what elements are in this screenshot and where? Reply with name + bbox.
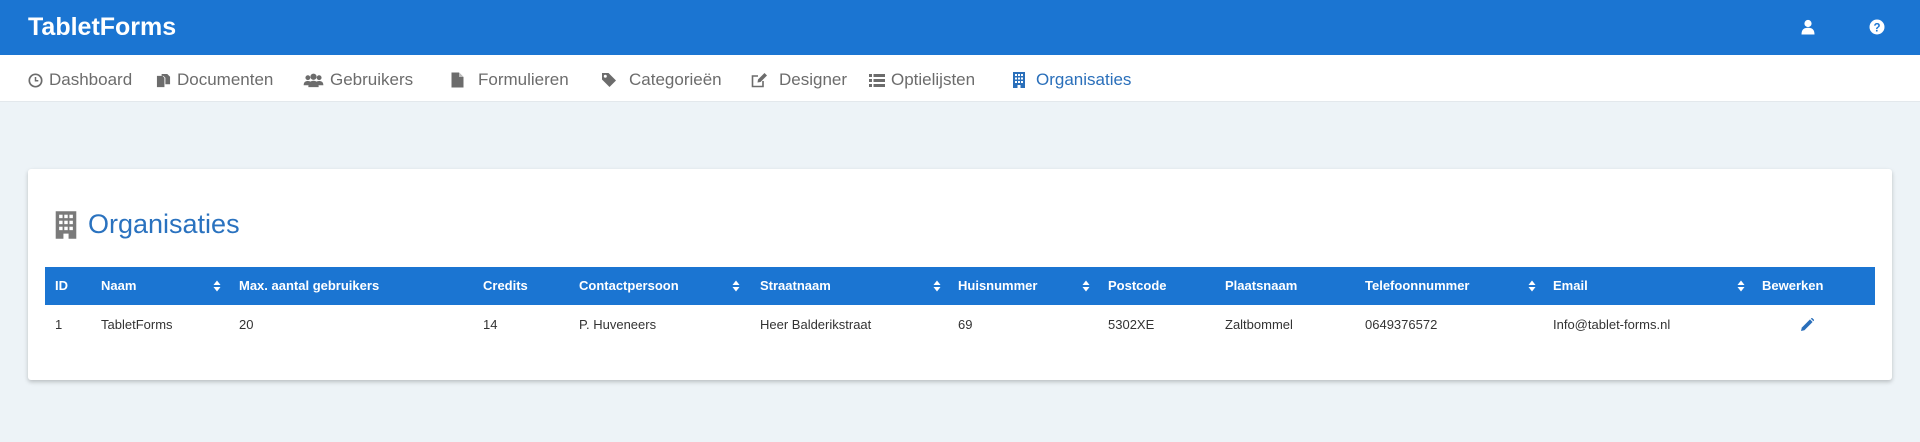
cell-postcode: 5302XE xyxy=(1108,317,1155,332)
main-nav: Dashboard Documenten Gebruikers Formulie… xyxy=(0,55,1920,102)
file-icon xyxy=(451,72,464,88)
sort-icon[interactable] xyxy=(732,280,740,292)
column-header-id[interactable]: ID xyxy=(55,267,68,305)
clock-icon xyxy=(28,72,43,88)
column-header-huisnummer[interactable]: Huisnummer xyxy=(958,267,1037,305)
table-row[interactable]: 1 TabletForms 20 14 P. Huveneers Heer Ba… xyxy=(45,305,1875,345)
nav-item-label: Categorieën xyxy=(629,70,722,89)
column-header-email[interactable]: Email xyxy=(1553,267,1588,305)
column-header-credits[interactable]: Credits xyxy=(483,267,528,305)
cell-credits: 14 xyxy=(483,317,498,332)
nav-item-formulieren[interactable]: Formulieren xyxy=(451,69,569,91)
sort-icon[interactable] xyxy=(1737,280,1745,292)
nav-item-optielijsten[interactable]: Optielijsten xyxy=(869,69,975,91)
cell-id: 1 xyxy=(55,317,63,332)
column-header-naam[interactable]: Naam xyxy=(101,267,136,305)
nav-item-dashboard[interactable]: Dashboard xyxy=(28,69,132,91)
column-header-bewerken: Bewerken xyxy=(1762,278,1824,293)
nav-item-documenten[interactable]: Documenten xyxy=(156,69,273,91)
column-header-postcode[interactable]: Postcode xyxy=(1108,267,1167,305)
nav-item-organisaties[interactable]: Organisaties xyxy=(1012,69,1131,91)
cell-naam: TabletForms xyxy=(101,317,173,332)
cell-huisnummer: 69 xyxy=(958,317,973,332)
nav-item-gebruikers[interactable]: Gebruikers xyxy=(303,69,413,91)
list-icon xyxy=(869,73,885,87)
sort-icon[interactable] xyxy=(933,280,941,292)
nav-item-label: Optielijsten xyxy=(891,70,976,89)
nav-item-label: Gebruikers xyxy=(330,70,414,89)
app-title[interactable]: TabletForms xyxy=(28,13,176,42)
column-header-straatnaam[interactable]: Straatnaam xyxy=(760,267,831,305)
top-bar: TabletForms ? xyxy=(0,0,1920,55)
help-icon[interactable]: ? xyxy=(1866,16,1888,38)
cell-contactpersoon: P. Huveneers xyxy=(579,317,657,332)
nav-item-categorieen[interactable]: Categorieën xyxy=(601,69,722,91)
column-header-max-gebruikers[interactable]: Max. aantal gebruikers xyxy=(239,267,379,305)
nav-item-label: Formulieren xyxy=(478,70,569,89)
table-header: ID Naam Max. aantal gebruikers Credits C… xyxy=(45,267,1875,305)
nav-item-label: Organisaties xyxy=(1036,70,1132,89)
svg-text:?: ? xyxy=(1873,22,1880,34)
cell-telefoonnummer: 0649376572 xyxy=(1365,317,1438,332)
cell-email: Info@tablet-forms.nl xyxy=(1553,317,1671,332)
nav-item-label: Designer xyxy=(779,70,848,89)
nav-item-designer[interactable]: Designer xyxy=(751,69,847,91)
column-header-contactpersoon[interactable]: Contactpersoon xyxy=(579,267,679,305)
sort-icon[interactable] xyxy=(213,280,221,292)
sort-icon[interactable] xyxy=(1082,280,1090,292)
nav-item-label: Documenten xyxy=(177,70,274,89)
cell-straatnaam: Heer Balderikstraat xyxy=(760,317,872,332)
cell-max-gebruikers: 20 xyxy=(239,317,254,332)
page-title-text: Organisaties xyxy=(88,209,240,239)
column-header-plaatsnaam[interactable]: Plaatsnaam xyxy=(1225,267,1297,305)
user-icon[interactable] xyxy=(1797,16,1819,38)
building-icon xyxy=(1013,72,1025,88)
nav-item-label: Dashboard xyxy=(49,70,133,89)
sort-icon[interactable] xyxy=(1528,280,1536,292)
documents-icon xyxy=(156,73,171,87)
edit-icon xyxy=(751,73,767,88)
building-icon xyxy=(55,210,77,239)
column-header-telefoonnummer[interactable]: Telefoonnummer xyxy=(1365,267,1470,305)
pencil-icon[interactable] xyxy=(1800,318,1814,332)
tag-icon xyxy=(602,73,616,87)
cell-plaatsnaam: Zaltbommel xyxy=(1225,317,1293,332)
organisations-card: Organisaties ID Naam Max. aantal gebruik… xyxy=(28,169,1892,380)
page-title: Organisaties xyxy=(54,209,240,240)
users-icon xyxy=(303,73,324,87)
